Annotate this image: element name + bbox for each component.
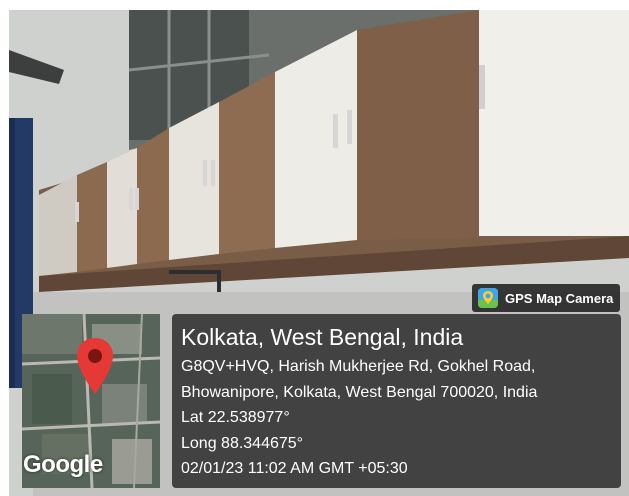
address-line-1: G8QV+HVQ, Harish Mukherjee Rd, Gokhel Ro…: [181, 358, 536, 375]
location-title: Kolkata, West Bengal, India: [181, 324, 464, 350]
map-thumbnail[interactable]: Google: [22, 314, 160, 488]
google-logo: Google: [23, 451, 103, 478]
map-marker-icon: [77, 338, 113, 394]
latitude-text: Lat 22.538977°: [181, 409, 290, 426]
address-line-2: Bhowanipore, Kolkata, West Bengal 700020…: [181, 383, 538, 401]
timestamp-text: 02/01/23 11:02 AM GMT +05:30: [181, 460, 408, 477]
map-pin-app-icon: [478, 288, 498, 308]
longitude-text: Long 88.344675°: [181, 434, 304, 452]
app-brand-label: GPS Map Camera: [505, 290, 614, 306]
app-brand-badge: GPS Map Camera: [472, 284, 620, 312]
location-info-panel: Kolkata, West Bengal, India G8QV+HVQ, Ha…: [172, 314, 621, 488]
